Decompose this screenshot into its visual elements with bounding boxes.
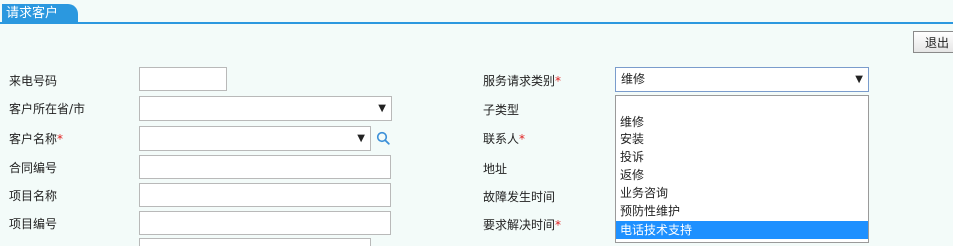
required-mark: * bbox=[57, 132, 64, 146]
next-field[interactable] bbox=[139, 238, 371, 246]
chevron-down-icon: ▼ bbox=[855, 74, 863, 85]
dropdown-option-highlighted[interactable]: 电话技术支持 bbox=[616, 221, 868, 239]
service-type-label-text: 服务请求类别 bbox=[483, 74, 556, 88]
customer-name-select[interactable]: ▼ bbox=[139, 126, 371, 151]
contact-label-text: 联系人 bbox=[483, 132, 520, 146]
customer-name-label-text: 客户名称 bbox=[9, 132, 58, 146]
customer-name-label: 客户名称* bbox=[9, 131, 63, 147]
resolve-time-label: 要求解决时间* bbox=[483, 217, 561, 233]
subtype-label: 子类型 bbox=[483, 103, 520, 117]
province-select[interactable]: ▼ bbox=[139, 96, 392, 121]
phone-label: 来电号码 bbox=[9, 74, 58, 88]
contract-no-label: 合同编号 bbox=[9, 161, 58, 175]
service-type-select[interactable]: 维修 ▼ bbox=[615, 67, 869, 92]
project-name-label: 项目名称 bbox=[9, 189, 58, 203]
resolve-time-label-text: 要求解决时间 bbox=[483, 218, 556, 232]
address-label: 地址 bbox=[483, 162, 508, 176]
chevron-down-icon: ▼ bbox=[357, 133, 365, 144]
contract-no-input[interactable] bbox=[139, 155, 391, 179]
project-name-input[interactable] bbox=[139, 183, 391, 207]
dropdown-option[interactable]: 投诉 bbox=[620, 148, 644, 166]
tab-divider bbox=[0, 22, 953, 24]
chevron-down-icon: ▼ bbox=[378, 103, 386, 114]
province-label: 客户所在省/市 bbox=[9, 102, 86, 116]
dropdown-option[interactable]: 业务咨询 bbox=[620, 184, 668, 202]
contact-label: 联系人* bbox=[483, 131, 525, 147]
phone-input[interactable] bbox=[139, 67, 227, 91]
required-mark: * bbox=[519, 132, 526, 146]
dropdown-option[interactable]: 安装 bbox=[620, 130, 644, 148]
fault-time-label: 故障发生时间 bbox=[483, 190, 556, 204]
tab-request-customer[interactable]: 请求客户 bbox=[2, 4, 78, 23]
project-no-label: 项目编号 bbox=[9, 217, 58, 231]
tab-bar: 请求客户 bbox=[0, 0, 953, 24]
service-type-dropdown[interactable]: 维修 安装 投诉 返修 业务咨询 预防性维护 电话技术支持 bbox=[615, 95, 869, 243]
required-mark: * bbox=[555, 218, 562, 232]
project-no-input[interactable] bbox=[139, 211, 391, 235]
service-type-value: 维修 bbox=[621, 72, 646, 86]
required-mark: * bbox=[555, 74, 562, 88]
service-type-label: 服务请求类别* bbox=[483, 73, 561, 89]
search-icon[interactable] bbox=[376, 131, 390, 145]
exit-button[interactable]: 退出 bbox=[913, 31, 953, 53]
dropdown-option[interactable]: 预防性维护 bbox=[620, 202, 680, 220]
dropdown-option[interactable]: 返修 bbox=[620, 166, 644, 184]
dropdown-option[interactable]: 维修 bbox=[620, 113, 644, 131]
